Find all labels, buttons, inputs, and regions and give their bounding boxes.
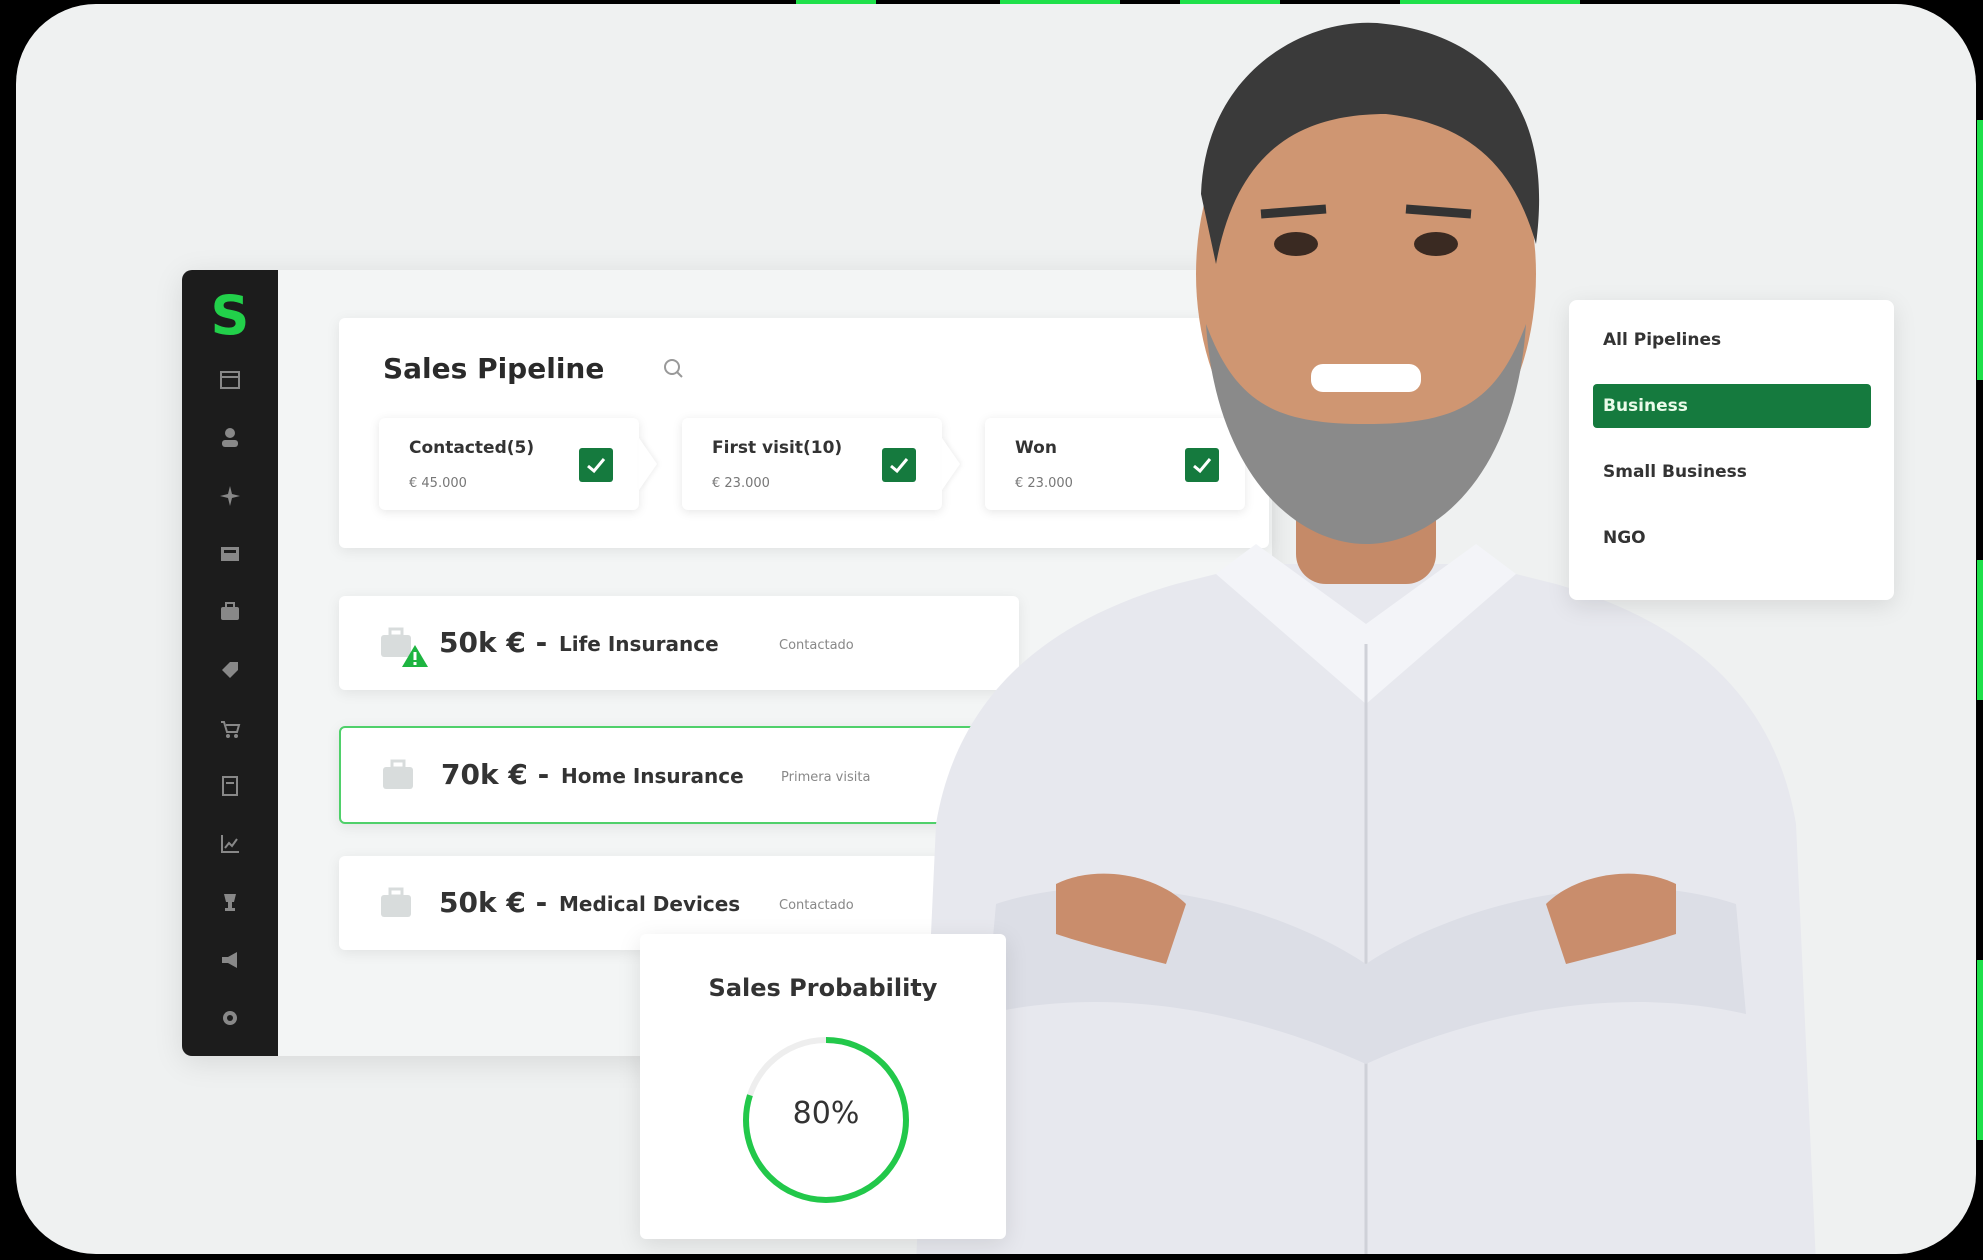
pipeline-stage-first-visit[interactable]: First visit(10) € 23.000 [682, 418, 960, 510]
pipeline-title: Sales Pipeline [383, 352, 605, 385]
menu-item-small-business[interactable]: Small Business [1593, 450, 1871, 494]
pipeline-stage-contacted[interactable]: Contacted(5) € 45.000 [379, 418, 657, 510]
deal-name: Life Insurance [559, 632, 719, 656]
briefcase-icon [377, 884, 415, 922]
person-photo [916, 22, 1816, 1254]
stage-amount: € 23.000 [712, 476, 770, 491]
menu-item-business[interactable]: Business [1593, 384, 1871, 428]
check-icon[interactable] [882, 448, 916, 482]
accent-stripe [1977, 560, 1983, 700]
accent-stripe [1977, 120, 1983, 380]
app-logo[interactable]: S [208, 286, 252, 346]
pipeline-filter-menu: All Pipelines Business Small Business NG… [1569, 300, 1894, 600]
probability-title: Sales Probability [708, 974, 938, 1002]
accent-stripe [1977, 960, 1983, 1140]
plane-icon[interactable] [216, 482, 244, 510]
menu-item-all-pipelines[interactable]: All Pipelines [1593, 318, 1871, 362]
check-icon[interactable] [579, 448, 613, 482]
inbox-icon[interactable] [216, 540, 244, 568]
menu-item-ngo[interactable]: NGO [1593, 516, 1871, 560]
document-icon[interactable] [216, 772, 244, 800]
sidebar: S [182, 270, 278, 1056]
sales-probability-card: Sales Probability 80% [640, 934, 1006, 1239]
calendar-icon[interactable] [216, 366, 244, 394]
deal-value: 50k € - [439, 626, 548, 659]
stage-arrow [639, 438, 657, 490]
cart-icon[interactable] [216, 714, 244, 742]
deal-value: 70k € - [441, 758, 550, 791]
deal-status: Contactado [779, 898, 854, 913]
deal-name: Home Insurance [561, 764, 744, 788]
warning-icon [401, 644, 429, 668]
search-icon[interactable] [661, 356, 687, 382]
deal-status: Primera visita [781, 770, 871, 785]
stage-name: First visit(10) [712, 438, 843, 458]
stage-amount: € 45.000 [409, 476, 467, 491]
trophy-icon[interactable] [216, 888, 244, 916]
deal-status: Contactado [779, 638, 854, 653]
settings-icon[interactable] [216, 1004, 244, 1032]
briefcase-icon [379, 756, 417, 794]
briefcase-icon[interactable] [216, 598, 244, 626]
deal-value: 50k € - [439, 886, 548, 919]
tag-icon[interactable] [216, 656, 244, 684]
background-panel: S Sales Pipeline Contacted(5) € 45.000 F… [16, 4, 1976, 1254]
chart-icon[interactable] [216, 830, 244, 858]
deal-name: Medical Devices [559, 892, 741, 916]
stage-name: Contacted(5) [409, 438, 535, 458]
probability-value: 80% [792, 1096, 860, 1131]
user-icon[interactable] [216, 424, 244, 452]
screenshot-frame: S Sales Pipeline Contacted(5) € 45.000 F… [0, 0, 1983, 1260]
megaphone-icon[interactable] [216, 946, 244, 974]
